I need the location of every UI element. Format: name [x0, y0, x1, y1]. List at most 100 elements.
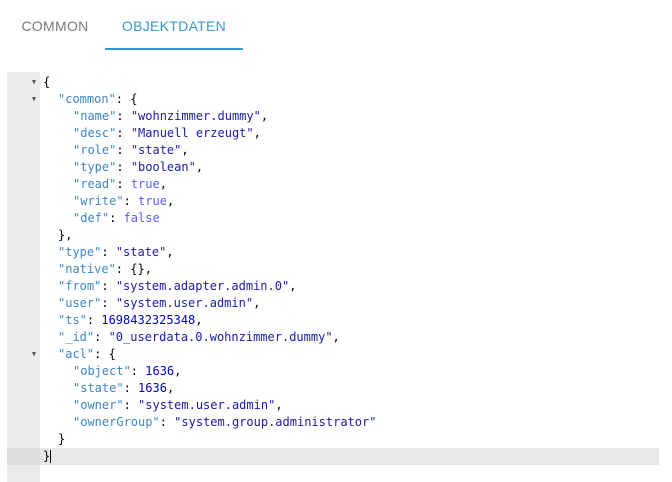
json-punctuation: , — [166, 245, 174, 259]
json-colon: : — [86, 313, 102, 327]
code-line[interactable]: "type": "boolean", — [73, 159, 203, 176]
json-punctuation: : { — [94, 347, 116, 361]
json-punctuation: }, — [58, 228, 73, 242]
json-key: "write" — [73, 194, 124, 208]
json-punctuation: , — [181, 143, 189, 157]
json-colon: : — [159, 415, 175, 429]
json-colon: : — [123, 381, 139, 395]
json-punctuation: } — [58, 432, 66, 446]
json-colon: : — [123, 398, 139, 412]
code-line[interactable]: "state": 1636, — [73, 380, 174, 397]
json-punctuation: } — [43, 449, 51, 463]
json-value: true — [138, 194, 167, 208]
code-line[interactable]: "read": true, — [73, 176, 167, 193]
json-colon: : — [116, 177, 131, 191]
tab-common[interactable]: COMMON — [14, 0, 96, 52]
json-key: "user" — [58, 296, 102, 310]
json-colon: : — [116, 143, 131, 157]
json-value: 1636 — [145, 364, 175, 378]
json-punctuation: , — [166, 381, 175, 395]
json-key: "read" — [73, 177, 117, 191]
json-punctuation: : { — [115, 92, 138, 106]
code-line[interactable]: "desc": "Manuell erzeugt", — [73, 125, 261, 142]
json-value: 1698432325348 — [101, 313, 196, 327]
code-line[interactable]: "common": { — [58, 91, 137, 108]
json-punctuation: , — [275, 398, 283, 412]
code-line[interactable]: "_id": "0_userdata.0.wohnzimmer.dummy", — [58, 329, 340, 346]
json-value: "system.user.admin" — [138, 398, 276, 412]
code-line[interactable]: "name": "wohnzimmer.dummy", — [73, 108, 268, 125]
json-key: "name" — [73, 109, 117, 123]
text-cursor — [50, 450, 52, 463]
code-line[interactable]: "owner": "system.user.admin", — [73, 397, 283, 414]
code-line[interactable]: "ts": 1698432325348, — [58, 312, 203, 329]
json-colon: : — [101, 296, 116, 310]
json-value: "system.group.administrator" — [174, 415, 377, 429]
active-tab-indicator — [105, 48, 243, 50]
json-punctuation: , — [174, 364, 182, 378]
json-punctuation: : {}, — [115, 262, 152, 276]
code-line[interactable]: "type": "state", — [58, 244, 174, 261]
json-key: "state" — [73, 381, 124, 395]
json-punctuation: , — [166, 194, 175, 208]
json-editor[interactable]: ▼ { ▼ "common": {"name": "wohnzimmer.dummy"… — [7, 72, 659, 482]
json-punctuation: , — [253, 296, 261, 310]
json-key: "object" — [73, 364, 131, 378]
fold-arrow-down-icon[interactable]: ▼ — [30, 74, 38, 91]
code-line[interactable]: } — [43, 448, 52, 465]
json-colon: : — [116, 126, 131, 140]
json-value: "wohnzimmer.dummy" — [130, 109, 261, 123]
editor-gutter — [7, 72, 40, 482]
json-colon: : — [109, 211, 124, 225]
fold-arrow-down-icon[interactable]: ▼ — [30, 91, 38, 108]
code-line[interactable]: } — [58, 431, 65, 448]
json-value: "0_userdata.0.wohnzimmer.dummy" — [108, 330, 333, 344]
json-colon: : — [101, 245, 116, 259]
json-punctuation: , — [253, 126, 261, 140]
json-key: "role" — [73, 143, 117, 157]
code-line[interactable]: "role": "state", — [73, 142, 189, 159]
fold-arrow-down-icon[interactable]: ▼ — [30, 346, 38, 363]
json-colon: : — [116, 160, 131, 174]
json-value: 1636 — [138, 381, 167, 395]
json-key: "from" — [58, 279, 102, 293]
code-line[interactable]: "write": true, — [73, 193, 174, 210]
json-punctuation: { — [43, 75, 51, 89]
gutter-active-line — [7, 448, 40, 465]
json-value: false — [123, 211, 160, 225]
json-punctuation: , — [332, 330, 340, 344]
code-line[interactable]: { — [43, 74, 50, 91]
code-line[interactable]: }, — [58, 227, 72, 244]
tab-bar: COMMON OBJEKTDATEN — [0, 0, 672, 52]
json-key: "type" — [58, 245, 102, 259]
code-line[interactable]: "native": {}, — [58, 261, 152, 278]
tab-objektdaten[interactable]: OBJEKTDATEN — [105, 0, 243, 52]
json-key: "native" — [58, 262, 116, 276]
json-value: "state" — [130, 143, 182, 157]
json-punctuation: , — [195, 160, 204, 174]
json-punctuation: , — [289, 279, 297, 293]
json-key: "acl" — [58, 347, 95, 361]
json-value: "system.adapter.admin.0" — [115, 279, 290, 293]
json-punctuation: , — [159, 177, 167, 191]
json-key: "def" — [73, 211, 110, 225]
json-colon: : — [101, 279, 116, 293]
code-line[interactable]: "acl": { — [58, 346, 116, 363]
code-line[interactable]: "def": false — [73, 210, 160, 227]
json-punctuation: , — [195, 313, 203, 327]
active-line-highlight — [7, 448, 659, 465]
code-line[interactable]: "ownerGroup": "system.group.administrato… — [73, 414, 376, 431]
json-punctuation: , — [260, 109, 269, 123]
json-colon: : — [94, 330, 109, 344]
json-colon: : — [123, 194, 139, 208]
json-value: "Manuell erzeugt" — [130, 126, 254, 140]
code-line[interactable]: "user": "system.user.admin", — [58, 295, 260, 312]
code-line[interactable]: "from": "system.adapter.admin.0", — [58, 278, 296, 295]
code-line[interactable]: "object": 1636, — [73, 363, 181, 380]
json-colon: : — [130, 364, 146, 378]
json-colon: : — [116, 109, 131, 123]
json-key: "owner" — [73, 398, 124, 412]
json-key: "desc" — [73, 126, 117, 140]
json-key: "ts" — [58, 313, 87, 327]
json-value: "state" — [115, 245, 167, 259]
